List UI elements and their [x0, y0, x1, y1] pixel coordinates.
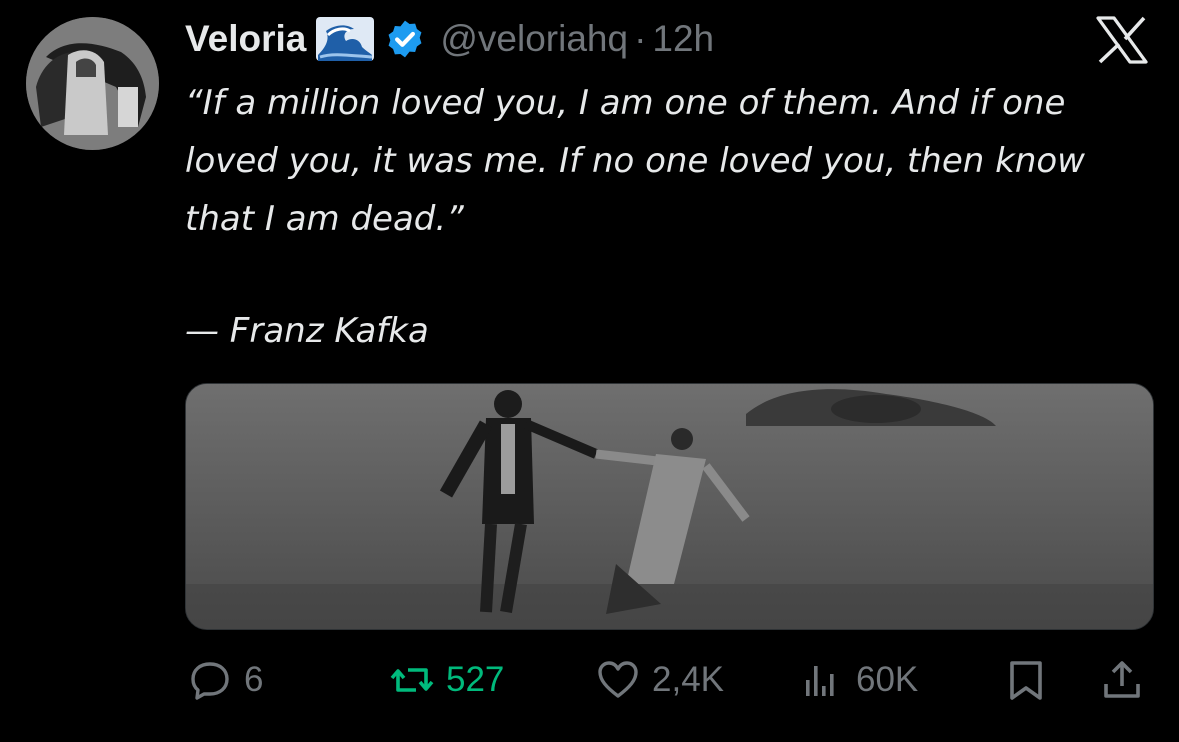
header-separator: · [634, 18, 647, 59]
author-name[interactable]: Veloria [185, 18, 306, 60]
repost-count: 527 [446, 660, 505, 699]
view-count: 60K [856, 660, 919, 699]
share-button[interactable] [1100, 650, 1144, 710]
action-bar: 6 527 2,4K 60K [0, 650, 1179, 710]
verified-badge-icon [384, 18, 426, 60]
reply-bubble-icon [188, 658, 232, 702]
water-wave-emoji-icon [316, 17, 375, 61]
quote-attribution: — Franz Kafka [185, 311, 429, 351]
share-upload-icon [1100, 658, 1144, 702]
heart-icon [596, 658, 640, 702]
post-media-image[interactable] [185, 383, 1154, 630]
like-button[interactable]: 2,4K [596, 650, 724, 710]
like-count: 2,4K [652, 660, 724, 699]
x-logo-icon [1095, 16, 1149, 64]
repost-button[interactable]: 527 [390, 650, 504, 710]
reply-count: 6 [244, 660, 264, 699]
avatar[interactable] [26, 17, 159, 150]
post-text: “If a million loved you, I am one of the… [185, 83, 1085, 239]
post-header: Veloria @veloriahq · 12h [185, 14, 714, 64]
repost-icon [390, 658, 434, 702]
post-timestamp[interactable]: 12h [652, 18, 714, 60]
views-button[interactable]: 60K [800, 650, 918, 710]
bookmark-icon [1004, 658, 1048, 702]
views-bar-chart-icon [800, 658, 844, 702]
author-handle[interactable]: @veloriahq [440, 18, 628, 60]
couple-in-field-photo [186, 384, 1153, 629]
bookmark-button[interactable] [1004, 650, 1048, 710]
avatar-image [26, 17, 159, 150]
reply-button[interactable]: 6 [188, 650, 263, 710]
